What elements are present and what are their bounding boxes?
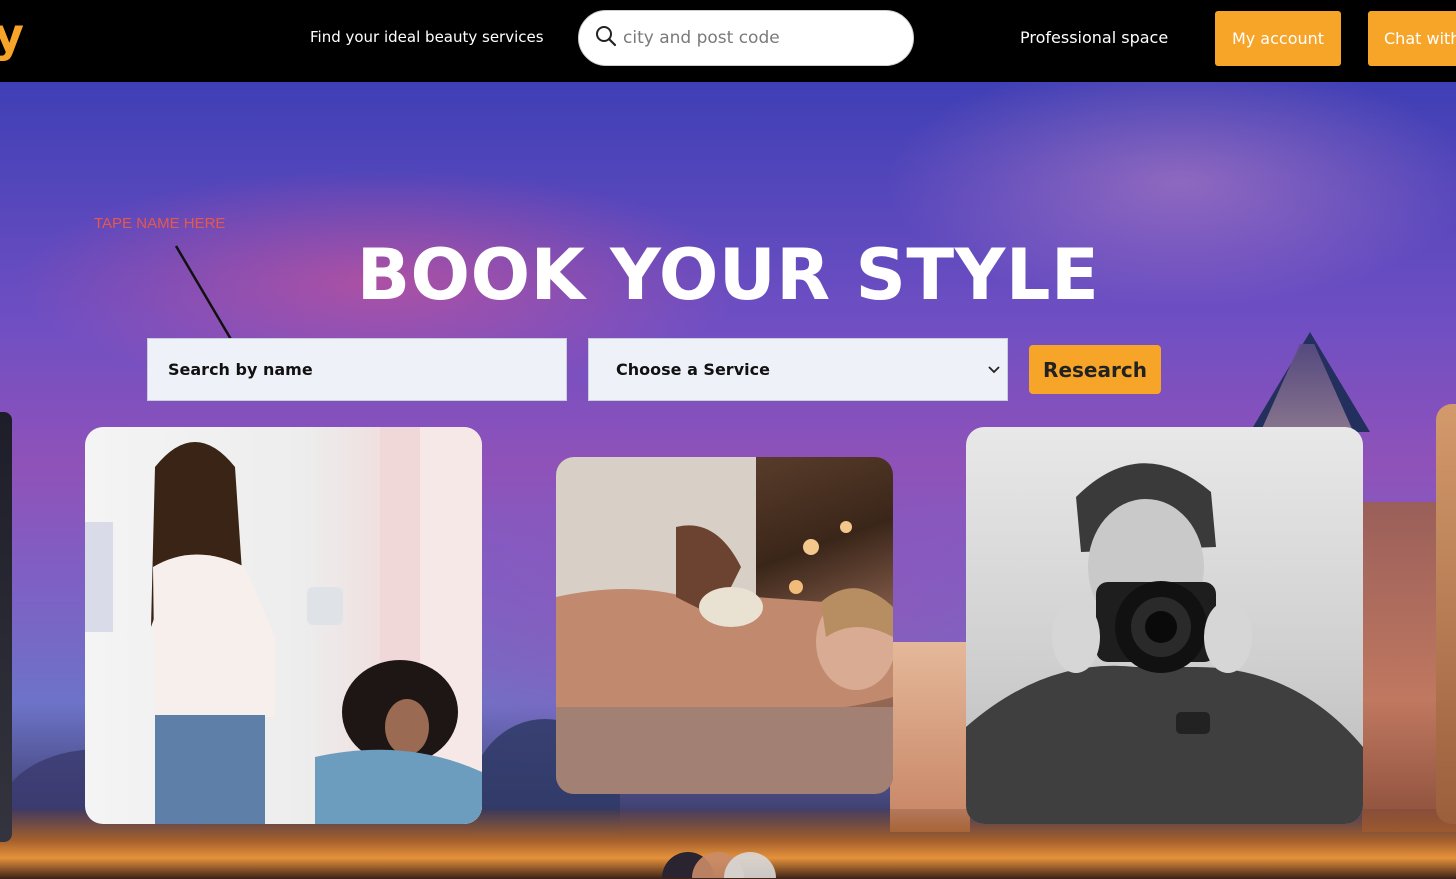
service-card-massage[interactable]: [556, 457, 893, 794]
chevron-down-icon: [988, 366, 1000, 374]
research-button[interactable]: Research: [1029, 345, 1161, 394]
tagline: Find your ideal beauty services: [310, 28, 544, 46]
professional-space-link[interactable]: Professional space: [1020, 28, 1168, 47]
service-select[interactable]: Choose a Service: [588, 338, 1008, 401]
service-card-hairdresser[interactable]: [85, 427, 482, 824]
massage-photo-icon: [556, 457, 893, 794]
carousel-prev-card-edge: [0, 412, 12, 842]
photographer-photo-icon: [966, 463, 1363, 824]
service-card-photographer[interactable]: [966, 427, 1363, 824]
service-select-label: Choose a Service: [616, 360, 770, 379]
hero-background-building: [890, 642, 970, 832]
search-icon: [596, 26, 617, 47]
search-by-name-input[interactable]: Search by name: [147, 338, 567, 401]
hair-stylist-photo-icon: [85, 427, 482, 824]
carousel-next-card-edge: [1436, 404, 1456, 824]
location-search[interactable]: [578, 10, 914, 66]
carousel-dots[interactable]: [662, 848, 782, 878]
location-search-input[interactable]: [623, 23, 893, 53]
annotation-note: TAPE NAME HERE: [94, 215, 226, 232]
my-account-button[interactable]: My account: [1215, 11, 1341, 66]
hero-section: TAPE NAME HERE BOOK YOUR STYLE Search by…: [0, 82, 1456, 879]
top-navbar: y Find your ideal beauty services Profes…: [0, 0, 1456, 82]
brand-logo[interactable]: y: [0, 12, 24, 58]
chat-button[interactable]: Chat with: [1368, 11, 1456, 66]
hero-title: BOOK YOUR STYLE: [356, 234, 1100, 316]
